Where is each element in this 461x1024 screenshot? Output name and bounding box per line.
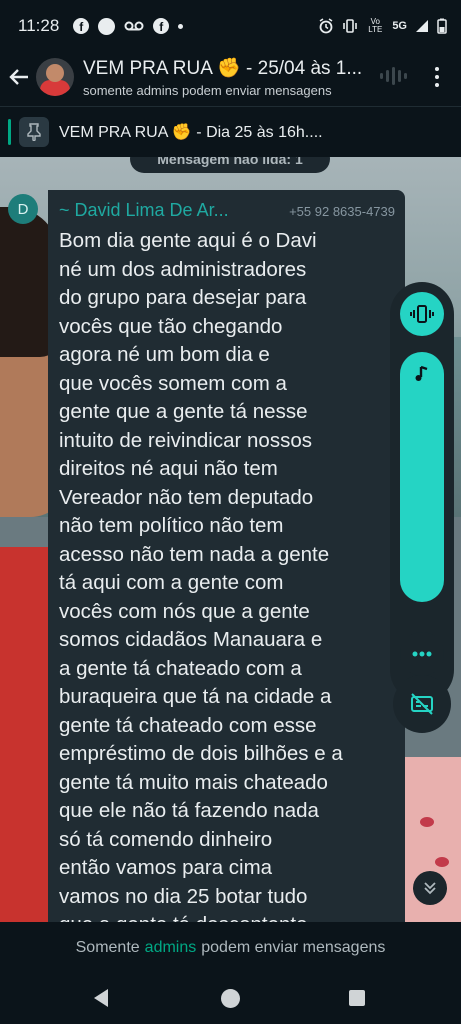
footer-admins-link[interactable]: admins <box>145 939 197 957</box>
caption-toggle-button[interactable] <box>393 675 451 733</box>
status-time: 11:28 <box>18 16 60 35</box>
music-note-icon <box>415 365 428 381</box>
scroll-down-button[interactable] <box>413 871 447 905</box>
facebook-icon: f <box>153 18 170 34</box>
admins-only-footer: Somente admins podem enviar mensagens <box>0 922 461 974</box>
back-arrow-icon <box>9 69 28 85</box>
bubble-header: ~ David Lima De Ar... +55 92 8635-4739 <box>59 200 395 221</box>
header-info[interactable]: VEM PRA RUA ✊ - 25/04 às 1... somente ad… <box>83 56 383 98</box>
group-title: VEM PRA RUA ✊ - 25/04 às 1... <box>83 58 363 79</box>
back-button[interactable] <box>2 57 36 97</box>
sender-name[interactable]: ~ David Lima De Ar... <box>59 200 229 221</box>
vibrate-button[interactable] <box>400 292 444 336</box>
volte-label: Vo LTE <box>368 17 383 34</box>
alarm-icon <box>318 18 334 34</box>
sender-avatar[interactable]: D <box>8 194 38 224</box>
more-notifications-icon <box>178 23 184 29</box>
more-horizontal-icon <box>412 651 432 657</box>
nav-recents-icon[interactable] <box>349 990 365 1006</box>
vibrate-status-icon <box>342 19 358 33</box>
pin-icon <box>19 116 49 147</box>
sender-phone[interactable]: +55 92 8635-4739 <box>289 204 395 219</box>
footer-suffix: podem enviar mensagens <box>201 939 386 956</box>
avatar-face <box>46 64 64 82</box>
avatar-shirt <box>40 80 70 96</box>
system-icons: Vo LTE 5G <box>318 18 447 34</box>
media-control-panel <box>390 282 454 702</box>
more-options-button[interactable] <box>400 632 444 676</box>
facebook-icon: f <box>73 18 90 34</box>
chat-header: VEM PRA RUA ✊ - 25/04 às 1... somente ad… <box>0 52 461 102</box>
signal-icon <box>415 19 429 33</box>
message-bubble[interactable]: ~ David Lima De Ar... +55 92 8635-4739 B… <box>48 190 405 922</box>
pinned-text: VEM PRA RUA ✊ - Dia 25 às 16h.... <box>59 123 323 141</box>
menu-dots-icon[interactable] <box>427 65 447 89</box>
caption-off-icon <box>411 693 433 715</box>
group-subtitle: somente admins podem enviar mensagens <box>83 83 332 98</box>
nav-back-icon[interactable] <box>94 989 108 1007</box>
chat-area[interactable]: Mensagem não lida: 1 D ~ David Lima De A… <box>0 157 461 922</box>
app-notification-icon <box>98 17 116 35</box>
scroll-down-icon <box>424 882 436 895</box>
vibrate-icon <box>410 305 434 323</box>
volume-slider[interactable] <box>400 352 444 602</box>
footer-prefix: Somente <box>75 939 140 956</box>
battery-icon <box>437 18 447 34</box>
navigation-bar <box>0 974 461 1024</box>
network-label: 5G <box>392 20 407 32</box>
nav-home-icon[interactable] <box>221 989 240 1008</box>
message-text: Bom dia gente aqui é o Davi né um dos ad… <box>59 229 343 922</box>
voicemail-icon <box>124 20 144 32</box>
group-avatar[interactable] <box>36 58 74 96</box>
pin-accent-bar <box>8 118 11 145</box>
pinned-message-bar[interactable]: VEM PRA RUA ✊ - Dia 25 às 16h.... <box>0 106 461 156</box>
notification-icons: f f <box>73 17 184 35</box>
unread-messages-label: Mensagem não lida: 1 <box>130 157 330 173</box>
audio-wave-icon <box>380 66 407 86</box>
status-bar: 11:28 f f Vo LTE 5G <box>0 0 461 52</box>
